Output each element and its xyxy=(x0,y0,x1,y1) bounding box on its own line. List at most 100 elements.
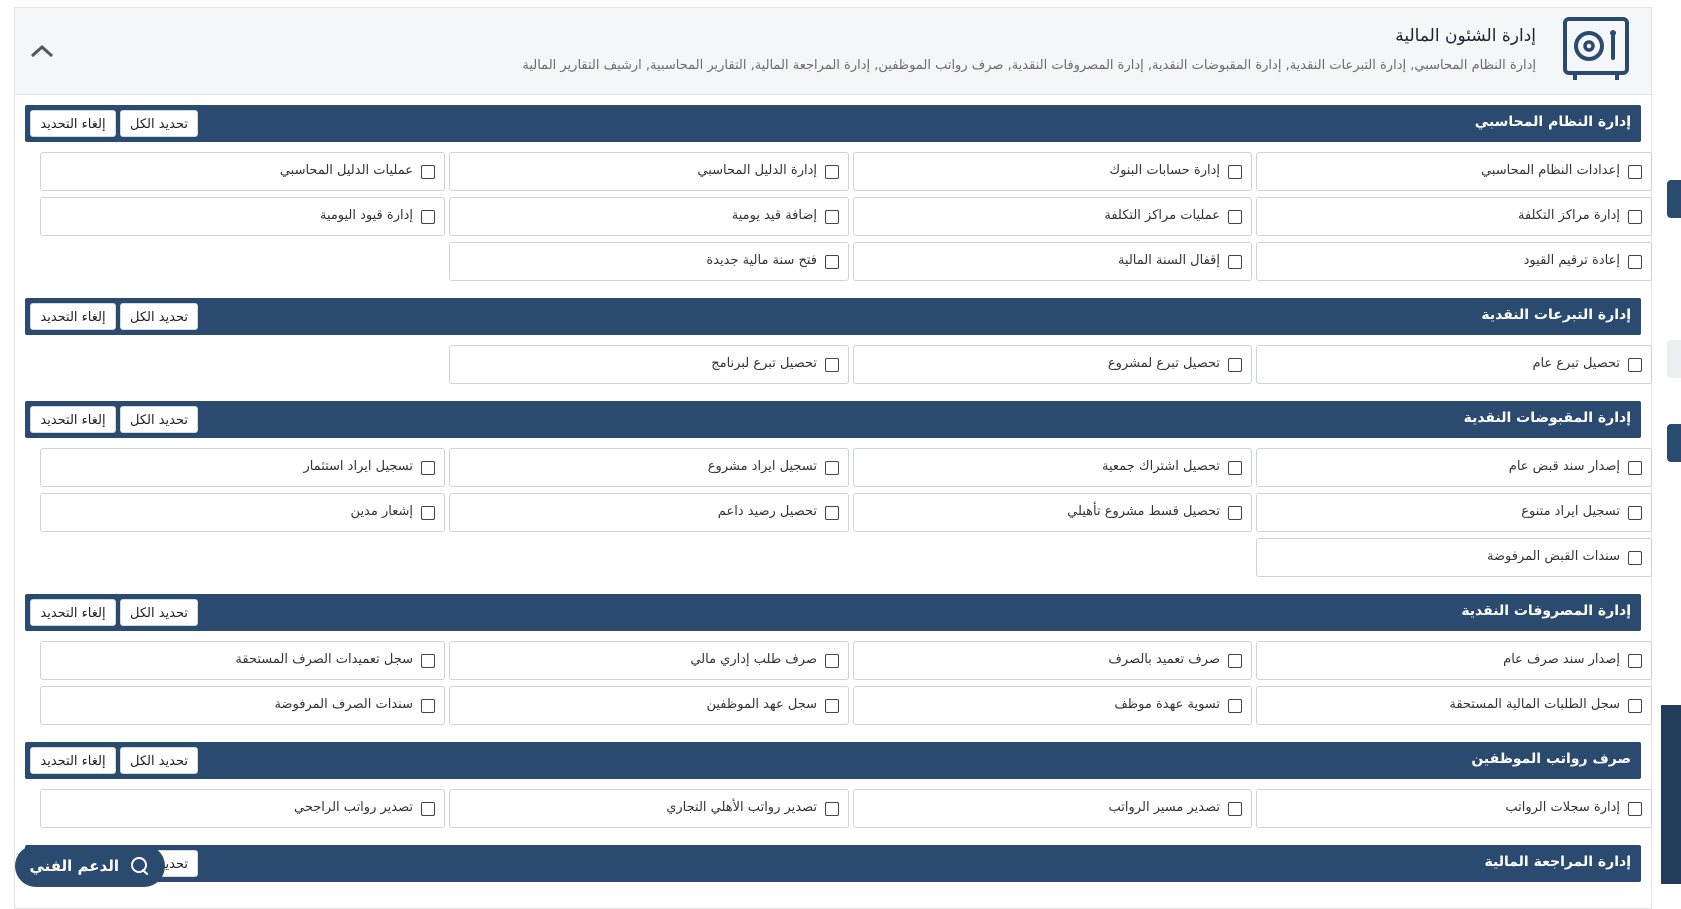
deselect-button[interactable]: إلغاء التحديد xyxy=(30,303,116,330)
checkbox[interactable] xyxy=(421,699,435,713)
checkbox[interactable] xyxy=(1628,654,1642,668)
checkbox-label: تصدير رواتب الراجحي xyxy=(294,800,413,815)
checkbox[interactable] xyxy=(1628,255,1642,269)
checkbox-item[interactable]: إضافة قيد يومية xyxy=(449,197,849,236)
checkbox-label: إضافة قيد يومية xyxy=(731,208,817,223)
checkbox-label: تحصيل قسط مشروع تأهيلي xyxy=(1067,504,1220,519)
checkbox[interactable] xyxy=(825,461,839,475)
checkbox[interactable] xyxy=(1228,210,1242,224)
checkbox-label: سجل عهد الموظفين xyxy=(706,697,817,712)
side-panel-edge xyxy=(1661,705,1681,884)
checkbox-item[interactable]: تحصيل تبرع لبرنامج xyxy=(449,345,849,384)
checkbox[interactable] xyxy=(825,802,839,816)
checkbox-item[interactable]: إدارة مراكز التكلفة xyxy=(1256,197,1652,236)
checkbox-item[interactable]: إدارة حسابات البنوك xyxy=(853,152,1252,191)
chevron-up-icon[interactable] xyxy=(27,38,57,62)
side-tab[interactable] xyxy=(1667,180,1681,218)
checkbox[interactable] xyxy=(421,461,435,475)
checkbox-item[interactable]: إدارة الدليل المحاسبي xyxy=(449,152,849,191)
checkbox[interactable] xyxy=(1228,165,1242,179)
checkbox-item[interactable]: تحصيل اشتراك جمعية xyxy=(853,448,1252,487)
checkbox-item[interactable]: سجل الطلبات المالية المستحقة xyxy=(1256,686,1652,725)
checkbox[interactable] xyxy=(421,654,435,668)
checkbox-item[interactable]: سندات الصرف المرفوضة xyxy=(40,686,445,725)
checkbox[interactable] xyxy=(1628,506,1642,520)
checkbox[interactable] xyxy=(421,802,435,816)
checkbox-item[interactable]: تصدير مسير الرواتب xyxy=(853,789,1252,828)
section-header-cash-donations: إدارة التبرعات النقدية تحديد الكل إلغاء … xyxy=(25,298,1641,335)
select-all-button[interactable]: تحديد الكل xyxy=(120,406,198,433)
checkbox-item[interactable]: إشعار مدين xyxy=(40,493,445,532)
checkbox[interactable] xyxy=(1628,358,1642,372)
select-all-button[interactable]: تحديد الكل xyxy=(120,110,198,137)
checkbox-item[interactable]: إقفال السنة المالية xyxy=(853,242,1252,281)
checkbox-item[interactable]: إدارة قيود اليومية xyxy=(40,197,445,236)
section-title: صرف رواتب الموظفين xyxy=(1471,751,1631,767)
checkbox-item[interactable]: سندات القبض المرفوضة xyxy=(1256,538,1652,577)
checkbox-label: تصدير مسير الرواتب xyxy=(1108,800,1220,815)
checkbox-item[interactable]: تسوية عهدة موظف xyxy=(853,686,1252,725)
checkbox[interactable] xyxy=(1628,165,1642,179)
checkbox-item[interactable]: عمليات الدليل المحاسبي xyxy=(40,152,445,191)
checkbox[interactable] xyxy=(1228,358,1242,372)
checkbox-item[interactable]: تحصيل تبرع عام xyxy=(1256,345,1652,384)
checkbox-item[interactable]: تصدير رواتب الراجحي xyxy=(40,789,445,828)
select-all-button[interactable]: تحديد الكل xyxy=(120,599,198,626)
checkbox[interactable] xyxy=(1628,699,1642,713)
checkbox-label: إعدادات النظام المحاسبي xyxy=(1481,163,1620,178)
checkbox[interactable] xyxy=(825,255,839,269)
checkbox-item[interactable]: تسجيل ايراد استثمار xyxy=(40,448,445,487)
checkbox-item[interactable]: إعدادات النظام المحاسبي xyxy=(1256,152,1652,191)
deselect-button[interactable]: إلغاء التحديد xyxy=(30,406,116,433)
checkbox[interactable] xyxy=(421,165,435,179)
checkbox[interactable] xyxy=(1228,461,1242,475)
checkbox[interactable] xyxy=(1228,506,1242,520)
checkbox-item[interactable]: صرف طلب إداري مالي xyxy=(449,641,849,680)
checkbox-item[interactable]: تصدير رواتب الأهلي التجاري xyxy=(449,789,849,828)
checkbox[interactable] xyxy=(1628,461,1642,475)
checkbox-item[interactable]: تسجيل ايراد مشروع xyxy=(449,448,849,487)
deselect-button[interactable]: إلغاء التحديد xyxy=(30,747,116,774)
checkbox[interactable] xyxy=(825,358,839,372)
select-all-button[interactable]: تحديد الكل xyxy=(120,303,198,330)
checkbox-item[interactable]: إصدار سند صرف عام xyxy=(1256,641,1652,680)
page-title: إدارة الشئون المالية xyxy=(1395,26,1536,46)
checkbox-label: إدارة الدليل المحاسبي xyxy=(697,163,817,178)
select-all-button[interactable]: تحديد الكل xyxy=(120,747,198,774)
checkbox-item[interactable]: سجل عهد الموظفين xyxy=(449,686,849,725)
checkbox[interactable] xyxy=(1228,699,1242,713)
checkbox-item[interactable]: عمليات مراكز التكلفة xyxy=(853,197,1252,236)
checkbox[interactable] xyxy=(825,654,839,668)
checkbox[interactable] xyxy=(1228,654,1242,668)
checkbox[interactable] xyxy=(1228,255,1242,269)
checkbox[interactable] xyxy=(825,165,839,179)
deselect-button[interactable]: إلغاء التحديد xyxy=(30,599,116,626)
checkbox-item[interactable]: صرف تعميد بالصرف xyxy=(853,641,1252,680)
checkbox[interactable] xyxy=(1228,802,1242,816)
checkbox-item[interactable]: إصدار سند قبض عام xyxy=(1256,448,1652,487)
checkbox-label: إدارة سجلات الرواتب xyxy=(1505,800,1620,815)
checkbox-item[interactable]: تحصيل رصيد داعم xyxy=(449,493,849,532)
support-button[interactable]: الدعم الفني xyxy=(15,845,165,887)
side-tab[interactable] xyxy=(1667,340,1681,378)
checkbox[interactable] xyxy=(421,210,435,224)
checkbox[interactable] xyxy=(1628,210,1642,224)
deselect-button[interactable]: إلغاء التحديد xyxy=(30,110,116,137)
checkbox-label: عمليات مراكز التكلفة xyxy=(1104,208,1220,223)
checkbox-item[interactable]: تسجيل ايراد متنوع xyxy=(1256,493,1652,532)
checkbox-label: صرف تعميد بالصرف xyxy=(1108,652,1220,667)
checkbox-item[interactable]: سجل تعميدات الصرف المستحقة xyxy=(40,641,445,680)
checkbox-item[interactable]: تحصيل تبرع لمشروع xyxy=(853,345,1252,384)
checkbox[interactable] xyxy=(1628,551,1642,565)
checkbox[interactable] xyxy=(825,699,839,713)
checkbox-item[interactable]: تحصيل قسط مشروع تأهيلي xyxy=(853,493,1252,532)
side-tab[interactable] xyxy=(1667,424,1681,462)
checkbox[interactable] xyxy=(1628,802,1642,816)
checkbox-item[interactable]: إدارة سجلات الرواتب xyxy=(1256,789,1652,828)
checkbox[interactable] xyxy=(825,506,839,520)
checkbox-item[interactable]: إعادة ترقيم القيود xyxy=(1256,242,1652,281)
checkbox[interactable] xyxy=(421,506,435,520)
checkbox-item[interactable]: فتح سنة مالية جديدة xyxy=(449,242,849,281)
checkbox-label: إدارة مراكز التكلفة xyxy=(1517,208,1620,223)
checkbox[interactable] xyxy=(825,210,839,224)
